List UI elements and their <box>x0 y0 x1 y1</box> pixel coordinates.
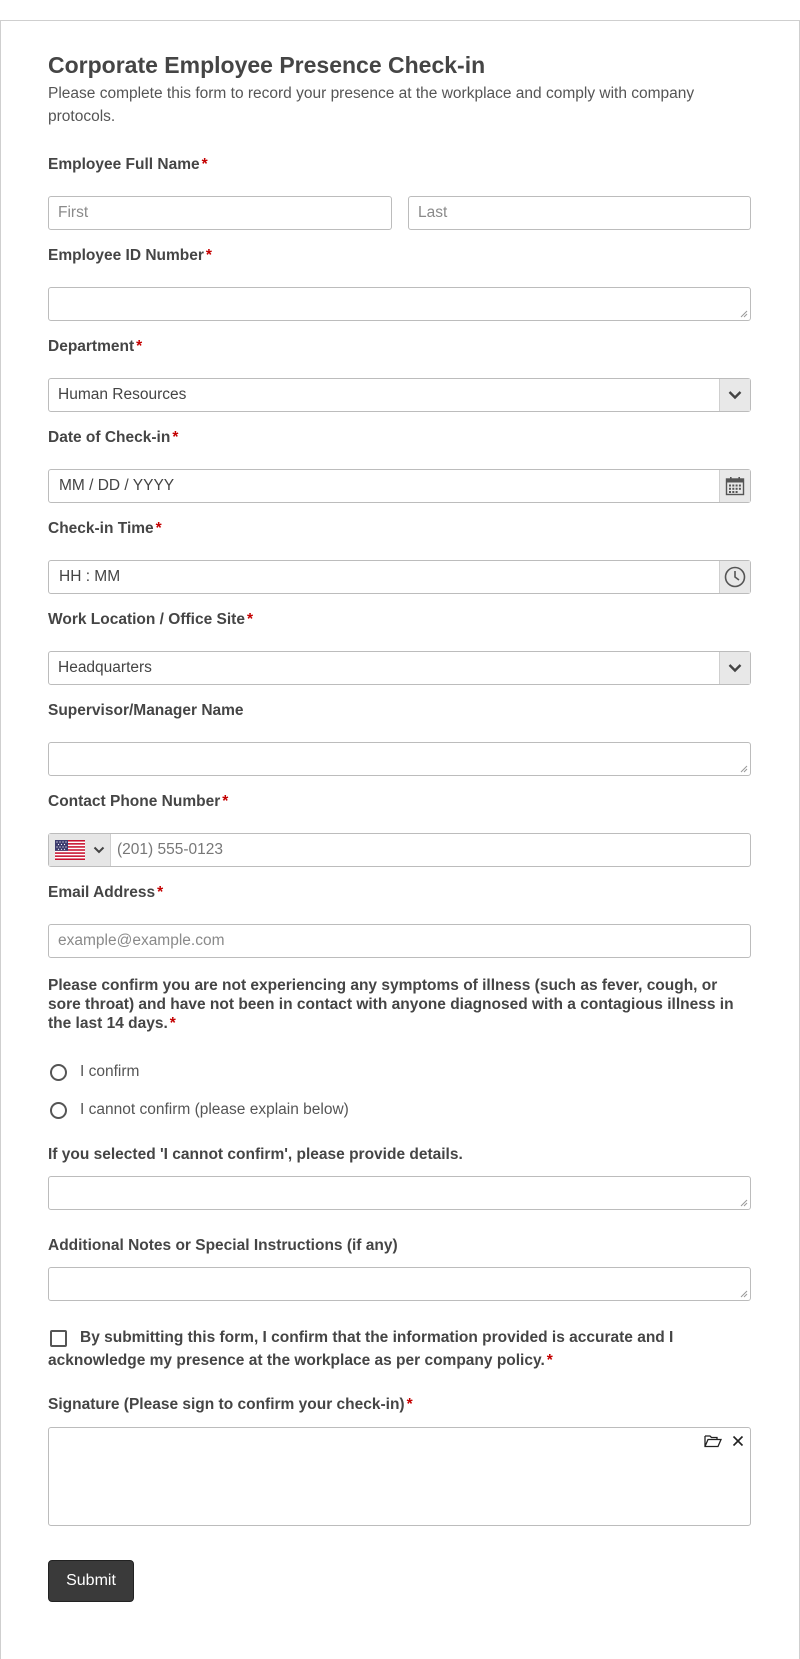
email-label: Email Address * <box>48 884 163 902</box>
last-name-input[interactable] <box>408 196 751 230</box>
required-mark: * <box>155 520 162 537</box>
location-label: Work Location / Office Site * <box>48 611 253 629</box>
department-label: Department * <box>48 338 142 356</box>
required-mark: * <box>201 156 208 173</box>
phone-input[interactable]: (201) 555-0123 <box>48 833 751 867</box>
signature-pad[interactable] <box>48 1427 751 1526</box>
date-label: Date of Check-in * <box>48 429 178 447</box>
first-name-input[interactable] <box>48 196 392 230</box>
chevron-down-icon <box>728 664 742 673</box>
employee-id-textarea[interactable] <box>48 287 751 321</box>
required-mark: * <box>157 884 164 901</box>
department-select[interactable]: Human Resources <box>48 378 751 412</box>
required-mark: * <box>169 1015 176 1032</box>
notes-textarea[interactable] <box>48 1267 751 1301</box>
radio-confirm[interactable]: I confirm <box>50 1060 139 1084</box>
health-label: Please confirm you are not experiencing … <box>48 976 748 1033</box>
consent-label: By submitting this form, I confirm that … <box>48 1326 698 1372</box>
chevron-down-icon <box>93 846 105 854</box>
consent-label-text: By submitting this form, I confirm that … <box>48 1329 674 1369</box>
time-placeholder: HH : MM <box>59 568 121 585</box>
location-dropdown-button[interactable] <box>719 652 750 684</box>
close-icon[interactable] <box>732 1435 744 1447</box>
details-textarea[interactable] <box>48 1176 751 1210</box>
phone-label: Contact Phone Number * <box>48 793 228 811</box>
folder-open-icon[interactable] <box>704 1434 722 1448</box>
supervisor-textarea[interactable] <box>48 742 751 776</box>
radio-circle[interactable] <box>50 1101 67 1119</box>
us-flag-icon <box>55 840 85 860</box>
required-mark: * <box>136 338 143 355</box>
date-input[interactable]: MM / DD / YYYY <box>48 469 751 503</box>
required-mark: * <box>172 429 179 446</box>
details-label: If you selected 'I cannot confirm', plea… <box>48 1146 463 1164</box>
required-mark: * <box>246 611 253 628</box>
signature-label-text: Signature (Please sign to confirm your c… <box>48 1396 405 1413</box>
department-label-text: Department <box>48 338 135 355</box>
required-mark: * <box>222 793 229 810</box>
location-selected: Headquarters <box>58 659 152 676</box>
radio-cannot-confirm[interactable]: I cannot confirm (please explain below) <box>50 1098 349 1122</box>
resize-handle-icon[interactable] <box>740 1290 748 1298</box>
resize-handle-icon[interactable] <box>740 1199 748 1207</box>
email-label-text: Email Address <box>48 884 156 901</box>
date-placeholder: MM / DD / YYYY <box>59 477 175 494</box>
notes-label-text: Additional Notes or Special Instructions… <box>48 1237 398 1254</box>
radio-circle[interactable] <box>50 1063 67 1081</box>
radio-confirm-label: I confirm <box>80 1063 140 1080</box>
date-picker-button[interactable] <box>719 470 750 502</box>
details-label-text: If you selected 'I cannot confirm', plea… <box>48 1146 463 1163</box>
supervisor-label: Supervisor/Manager Name <box>48 702 244 720</box>
date-label-text: Date of Check-in <box>48 429 171 446</box>
submit-button[interactable]: Submit <box>48 1560 134 1602</box>
country-code-select[interactable] <box>49 834 111 866</box>
form-description: Please complete this form to record your… <box>48 85 695 125</box>
notes-label: Additional Notes or Special Instructions… <box>48 1237 398 1255</box>
required-mark: * <box>546 1352 553 1369</box>
time-label: Check-in Time * <box>48 520 162 538</box>
location-select[interactable]: Headquarters <box>48 651 751 685</box>
signature-label: Signature (Please sign to confirm your c… <box>48 1396 413 1414</box>
department-selected: Human Resources <box>58 386 187 403</box>
required-mark: * <box>406 1396 413 1413</box>
employee-id-label-text: Employee ID Number <box>48 247 204 264</box>
email-input[interactable] <box>48 924 751 958</box>
time-label-text: Check-in Time <box>48 520 154 537</box>
resize-handle-icon[interactable] <box>740 765 748 773</box>
phone-placeholder: (201) 555-0123 <box>117 841 223 858</box>
employee-id-label: Employee ID Number * <box>48 247 212 265</box>
radio-cannot-confirm-label: I cannot confirm (please explain below) <box>80 1101 349 1118</box>
form-title: Corporate Employee Presence Check-in <box>48 52 486 78</box>
supervisor-label-text: Supervisor/Manager Name <box>48 702 244 719</box>
calendar-icon <box>725 477 745 496</box>
required-mark: * <box>205 247 212 264</box>
resize-handle-icon[interactable] <box>740 310 748 318</box>
full-name-label-text: Employee Full Name <box>48 156 200 173</box>
time-picker-button[interactable] <box>719 561 750 593</box>
phone-label-text: Contact Phone Number <box>48 793 221 810</box>
chevron-down-icon <box>728 391 742 400</box>
time-input[interactable]: HH : MM <box>48 560 751 594</box>
department-dropdown-button[interactable] <box>719 379 750 411</box>
health-label-text: Please confirm you are not experiencing … <box>48 977 734 1032</box>
location-label-text: Work Location / Office Site <box>48 611 245 628</box>
full-name-label: Employee Full Name * <box>48 156 208 174</box>
clock-icon <box>724 566 746 588</box>
